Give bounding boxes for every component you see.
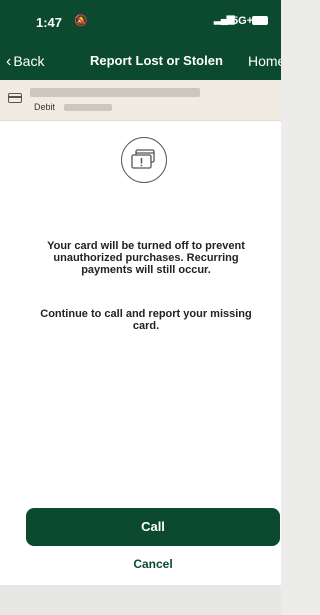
call-button[interactable]: Call [26, 508, 280, 546]
instruction-message: Continue to call and report your missing… [40, 308, 252, 332]
status-time: 1:47 [36, 15, 63, 30]
battery-icon [252, 16, 268, 25]
account-type-label: Debit [34, 102, 56, 112]
warning-message: Your card will be turned off to prevent … [47, 240, 245, 276]
navigation-bar: ‹Back Report Lost or Stolen Home [0, 40, 281, 80]
account-bar: Debit [0, 80, 281, 121]
phone-screen: 1:47 🔕 ▂▄▆ 5G+ ‹ Back Report Lost or Stol… [0, 0, 281, 585]
chevron-left-icon: ‹ [6, 53, 12, 70]
home-button[interactable]: Home [248, 53, 281, 69]
page-title: Report Lost or Stolen [90, 53, 223, 68]
silent-mode-icon: 🔕 [74, 15, 88, 27]
card-icon [8, 93, 22, 103]
status-bar: 1:47 🔕 ▂▄▆ 5G+ [0, 0, 281, 40]
screen: 1:47 🔕 ▂▄▆ 5G+ ‹ Back Report Lost or Stol… [0, 0, 281, 615]
network-label: 5G+ [232, 15, 254, 27]
cancel-button[interactable]: Cancel [26, 557, 280, 571]
card-warning-icon [121, 137, 167, 183]
back-label: Back [13, 53, 45, 69]
account-number-redacted [64, 104, 112, 111]
account-name-redacted [30, 88, 200, 97]
back-button[interactable]: ‹ Back [6, 53, 44, 71]
signal-icon: ▂▄▆ [214, 14, 234, 25]
